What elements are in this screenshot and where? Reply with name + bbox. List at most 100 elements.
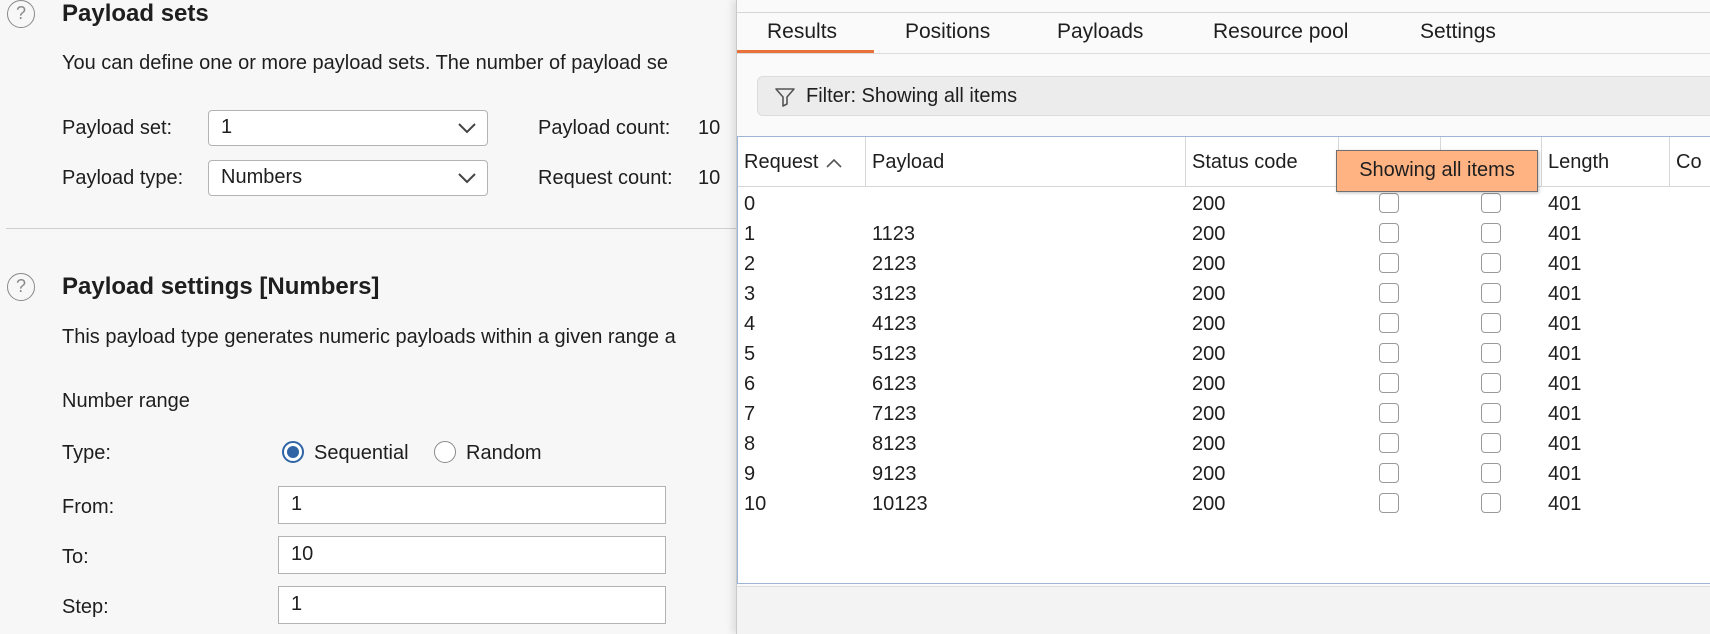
payload-set-label: Payload set: (62, 117, 173, 139)
row-checkbox-2[interactable] (1481, 283, 1501, 303)
length-cell: 401 (1548, 223, 1582, 245)
request-count-label: Request count: (538, 167, 673, 189)
row-checkbox-2[interactable] (1481, 433, 1501, 453)
request-count-value: 10 (698, 167, 721, 189)
table-row[interactable]: 3 3123 200 401 (738, 279, 1710, 309)
step-label: Step: (62, 596, 109, 618)
request-cell: 10 (744, 493, 767, 515)
column-header-comment[interactable]: Co (1670, 137, 1710, 187)
table-row[interactable]: 5 5123 200 401 (738, 339, 1710, 369)
row-checkbox-1[interactable] (1379, 253, 1399, 273)
random-radio[interactable] (434, 441, 456, 463)
payload-config-panel: ? Payload sets You can define one or mor… (0, 0, 736, 634)
sequential-radio[interactable] (282, 441, 304, 463)
status-code-cell: 200 (1192, 193, 1226, 215)
payload-set-select[interactable]: 1 (208, 110, 488, 146)
table-row[interactable]: 8 8123 200 401 (738, 429, 1710, 459)
results-table: Request Payload Status code Length Co 0 2… (737, 136, 1710, 584)
row-checkbox-1[interactable] (1379, 403, 1399, 423)
from-field[interactable]: 1 (278, 486, 666, 524)
row-checkbox-2[interactable] (1481, 493, 1501, 513)
length-cell: 401 (1548, 193, 1582, 215)
row-checkbox-2[interactable] (1481, 463, 1501, 483)
row-checkbox-1[interactable] (1379, 463, 1399, 483)
status-code-cell: 200 (1192, 343, 1226, 365)
sort-ascending-icon (825, 158, 842, 168)
row-checkbox-2[interactable] (1481, 313, 1501, 333)
column-header-status-code[interactable]: Status code (1186, 137, 1339, 187)
status-code-cell: 200 (1192, 313, 1226, 335)
step-field[interactable]: 1 (278, 586, 666, 624)
from-label: From: (62, 496, 115, 518)
table-row[interactable]: 1 1123 200 401 (738, 219, 1710, 249)
row-checkbox-2[interactable] (1481, 403, 1501, 423)
row-checkbox-1[interactable] (1379, 493, 1399, 513)
row-checkbox-2[interactable] (1481, 223, 1501, 243)
row-checkbox-2[interactable] (1481, 253, 1501, 273)
table-row[interactable]: 6 6123 200 401 (738, 369, 1710, 399)
row-checkbox-2[interactable] (1481, 373, 1501, 393)
tab-positions[interactable]: Positions (905, 20, 990, 44)
chevron-down-icon (458, 173, 476, 184)
column-header-payload[interactable]: Payload (866, 137, 1186, 187)
request-cell: 4 (744, 313, 756, 335)
row-checkbox-1[interactable] (1379, 313, 1399, 333)
row-checkbox-1[interactable] (1379, 223, 1399, 243)
column-header-label: Request (744, 151, 819, 173)
request-cell: 9 (744, 463, 756, 485)
status-code-cell: 200 (1192, 283, 1226, 305)
payload-cell: 1123 (872, 223, 916, 245)
table-row[interactable]: 2 2123 200 401 (738, 249, 1710, 279)
payload-type-label: Payload type: (62, 167, 184, 189)
table-row[interactable]: 4 4123 200 401 (738, 309, 1710, 339)
payload-cell: 2123 (872, 253, 917, 275)
row-checkbox-2[interactable] (1481, 193, 1501, 213)
to-label: To: (62, 546, 89, 568)
payload-cell: 7123 (872, 403, 917, 425)
table-row[interactable]: 10 10123 200 401 (738, 489, 1710, 519)
payload-settings-description: This payload type generates numeric payl… (62, 326, 676, 348)
length-cell: 401 (1548, 253, 1582, 275)
tab-resource-pool[interactable]: Resource pool (1213, 20, 1348, 44)
filter-bar[interactable]: Filter: Showing all items (757, 76, 1710, 116)
tooltip: Showing all items (1336, 150, 1538, 192)
chevron-down-icon (458, 123, 476, 134)
help-icon[interactable]: ? (7, 0, 35, 28)
status-code-cell: 200 (1192, 223, 1226, 245)
tabs-border (737, 53, 1710, 54)
window-top-border (737, 12, 1710, 13)
row-checkbox-2[interactable] (1481, 343, 1501, 363)
filter-icon (775, 88, 795, 107)
length-cell: 401 (1548, 373, 1582, 395)
number-type-label: Type: (62, 442, 111, 464)
tab-settings[interactable]: Settings (1420, 20, 1496, 44)
to-field[interactable]: 10 (278, 536, 666, 574)
column-header-request[interactable]: Request (738, 137, 866, 187)
table-row[interactable]: 0 200 401 (738, 189, 1710, 219)
tab-results[interactable]: Results (767, 20, 837, 44)
length-cell: 401 (1548, 463, 1582, 485)
table-row[interactable]: 9 9123 200 401 (738, 459, 1710, 489)
payload-type-select[interactable]: Numbers (208, 160, 488, 196)
random-label[interactable]: Random (466, 442, 542, 465)
table-row[interactable]: 7 7123 200 401 (738, 399, 1710, 429)
row-checkbox-1[interactable] (1379, 373, 1399, 393)
column-header-length[interactable]: Length (1542, 137, 1670, 187)
length-cell: 401 (1548, 433, 1582, 455)
row-checkbox-1[interactable] (1379, 433, 1399, 453)
payload-sets-description: You can define one or more payload sets.… (62, 52, 668, 74)
payload-count-label: Payload count: (538, 117, 671, 139)
section-divider (6, 228, 736, 229)
payload-set-value: 1 (221, 116, 233, 138)
payload-count-value: 10 (698, 117, 721, 139)
filter-text: Filter: Showing all items (806, 85, 1018, 107)
help-icon[interactable]: ? (7, 273, 35, 301)
length-cell: 401 (1548, 403, 1582, 425)
row-checkbox-1[interactable] (1379, 283, 1399, 303)
length-cell: 401 (1548, 343, 1582, 365)
tab-payloads[interactable]: Payloads (1057, 20, 1143, 44)
row-checkbox-1[interactable] (1379, 193, 1399, 213)
sequential-label[interactable]: Sequential (314, 442, 409, 465)
row-checkbox-1[interactable] (1379, 343, 1399, 363)
payload-cell: 6123 (872, 373, 917, 395)
